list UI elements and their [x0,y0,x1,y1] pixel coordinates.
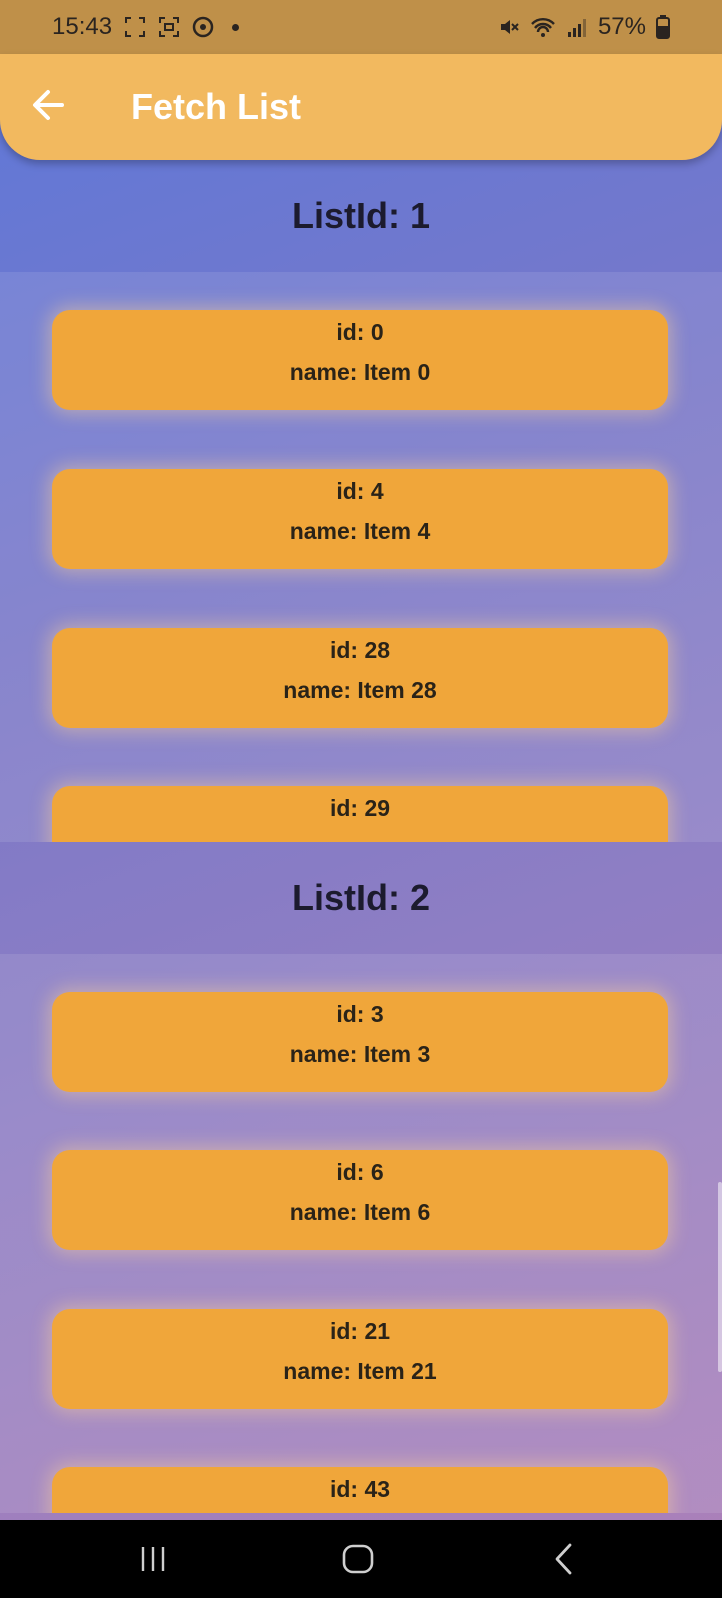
screenshot-icon [125,17,146,37]
home-icon[interactable] [338,1539,378,1579]
item-name: name: Item 0 [289,359,431,385]
section-list[interactable]: id: 3 name: Item 3 id: 6 name: Item 6 id… [0,954,722,1513]
status-right: 57% [498,0,670,54]
item-name: name: Item 21 [283,1358,437,1384]
list-item[interactable]: id: 4 name: Item 4 [52,469,668,569]
item-name: name: Item 28 [283,677,437,703]
page-title: Fetch List [131,86,302,127]
list-section-2: ListId: 2 id: 3 name: Item 3 id: 6 name:… [0,842,722,1513]
status-bar: 15:43 57% [0,0,722,54]
list-item[interactable]: id: 0 name: Item 0 [52,310,668,410]
item-id: id: 29 [329,795,391,821]
app-bar: Fetch List [0,54,722,160]
battery-percent: 57% [597,13,646,40]
status-time: 15:43 [52,13,113,40]
signal-icon [567,19,586,37]
mute-icon [500,20,519,34]
section-list[interactable]: id: 0 name: Item 0 id: 4 name: Item 4 id… [0,272,722,842]
screen-record-icon [159,17,180,37]
list-item[interactable]: id: 6 name: Item 6 [52,1150,668,1250]
section-header: ListId: 1 [291,195,430,236]
list-section-1: ListId: 1 id: 0 name: Item 0 id: 4 name:… [0,160,722,842]
wifi-icon [531,18,555,37]
item-id: id: 43 [329,1476,391,1502]
list-item[interactable]: id: 3 name: Item 3 [52,992,668,1092]
item-name: name: Item 4 [289,518,431,544]
back-nav-icon[interactable] [545,1539,585,1579]
list-item[interactable]: id: 43 [52,1467,668,1513]
notification-dot [232,23,240,31]
item-id: id: 6 [336,1159,384,1185]
status-left: 15:43 [52,0,240,54]
item-id: id: 21 [329,1318,391,1344]
list-item[interactable]: id: 28 name: Item 28 [52,628,668,728]
item-id: id: 28 [329,637,391,663]
section-header: ListId: 2 [291,877,430,918]
list-item[interactable]: id: 29 [52,786,668,842]
list-item[interactable]: id: 21 name: Item 21 [52,1309,668,1409]
item-name: name: Item 3 [289,1041,431,1067]
recents-icon[interactable] [133,1539,173,1579]
arrow-left-icon[interactable] [28,85,68,125]
battery-icon [656,15,670,39]
item-id: id: 0 [336,319,384,345]
sync-icon [192,16,214,38]
item-name: name: Item 6 [289,1199,431,1225]
item-id: id: 3 [336,1001,384,1027]
system-nav-bar [0,1520,722,1598]
item-id: id: 4 [336,478,384,504]
scrollbar[interactable] [718,1182,722,1372]
